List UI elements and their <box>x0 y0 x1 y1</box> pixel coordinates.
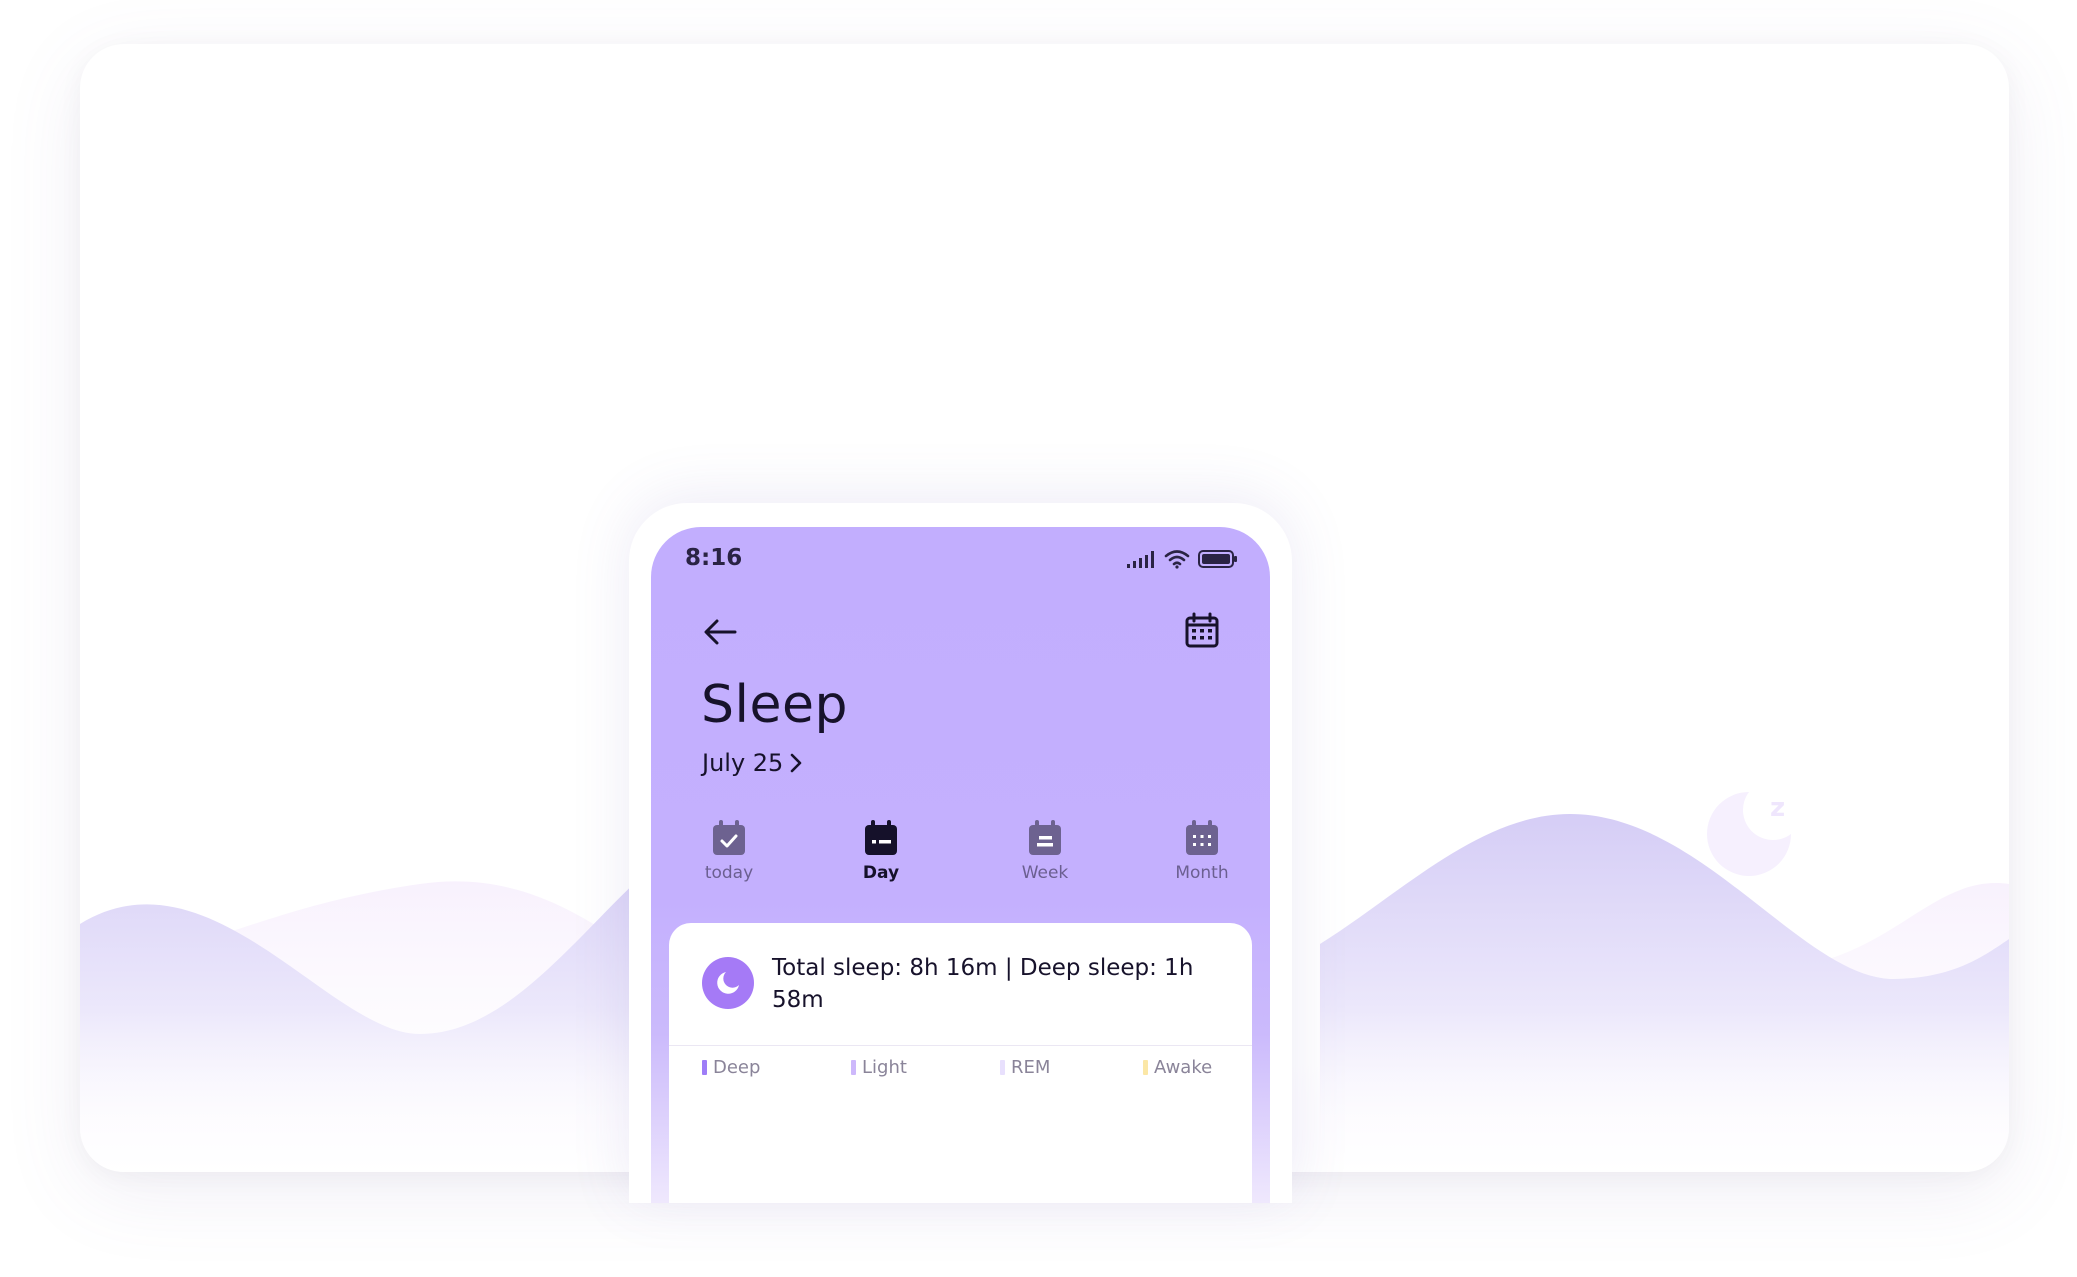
range-tabs: today Day Week Month <box>651 819 1270 899</box>
sleep-summary-card: Total sleep: 8h 16m | Deep sleep: 1h 58m… <box>669 923 1252 1203</box>
legend-label: Awake <box>1154 1057 1213 1078</box>
legend-item-light: Light <box>851 1057 907 1078</box>
tab-month[interactable]: Month <box>1147 819 1257 883</box>
back-arrow-icon[interactable] <box>699 611 741 653</box>
legend-item-deep: Deep <box>702 1057 760 1078</box>
calendar-icon[interactable] <box>1182 611 1222 651</box>
tab-label: Month <box>1175 863 1229 883</box>
legend-item-awake: Awake <box>1143 1057 1212 1078</box>
tab-today[interactable]: today <box>674 819 784 883</box>
tab-label: Week <box>1021 863 1069 883</box>
date-selector[interactable]: July 25 <box>702 749 803 777</box>
sleep-stage-legend: Deep Light REM Awake <box>669 1057 1252 1087</box>
date-label: July 25 <box>702 749 784 777</box>
legend-swatch <box>1000 1060 1005 1075</box>
phone-frame: 8:16 Sleep July 25 today Day Week Month … <box>629 503 1292 1203</box>
legend-label: Deep <box>713 1057 761 1078</box>
tab-day[interactable]: Day <box>826 819 936 883</box>
sleep-summary-text: Total sleep: 8h 16m | Deep sleep: 1h 58m <box>772 955 1194 1013</box>
status-icons <box>1126 549 1238 569</box>
moon-icon-badge <box>702 957 754 1009</box>
battery-icon <box>1198 550 1237 568</box>
calendar-week-icon <box>1029 820 1061 855</box>
phone-screen: 8:16 Sleep July 25 today Day Week Month … <box>651 527 1270 1203</box>
moon-sleep-icon: z <box>1707 792 1791 876</box>
chevron-right-icon <box>791 753 802 773</box>
legend-swatch <box>702 1060 707 1075</box>
tab-label: today <box>704 863 754 883</box>
page-title: Sleep <box>701 675 848 735</box>
calendar-check-icon <box>713 820 745 855</box>
legend-label: REM <box>1011 1057 1051 1078</box>
summary-header: Total sleep: 8h 16m | Deep sleep: 1h 58m <box>669 923 1252 1046</box>
svg-text:z: z <box>1770 793 1785 823</box>
moon-icon <box>717 972 739 994</box>
status-time: 8:16 <box>685 545 743 571</box>
tab-label: Day <box>862 863 900 883</box>
wifi-icon <box>1164 550 1190 569</box>
legend-label: Light <box>862 1057 907 1078</box>
calendar-day-icon <box>865 820 897 855</box>
legend-swatch <box>1143 1060 1148 1075</box>
calendar-month-icon <box>1186 820 1218 855</box>
tab-week[interactable]: Week <box>990 819 1100 883</box>
legend-swatch <box>851 1060 856 1075</box>
cellular-signal-icon <box>1127 551 1154 568</box>
legend-item-rem: REM <box>1000 1057 1050 1078</box>
